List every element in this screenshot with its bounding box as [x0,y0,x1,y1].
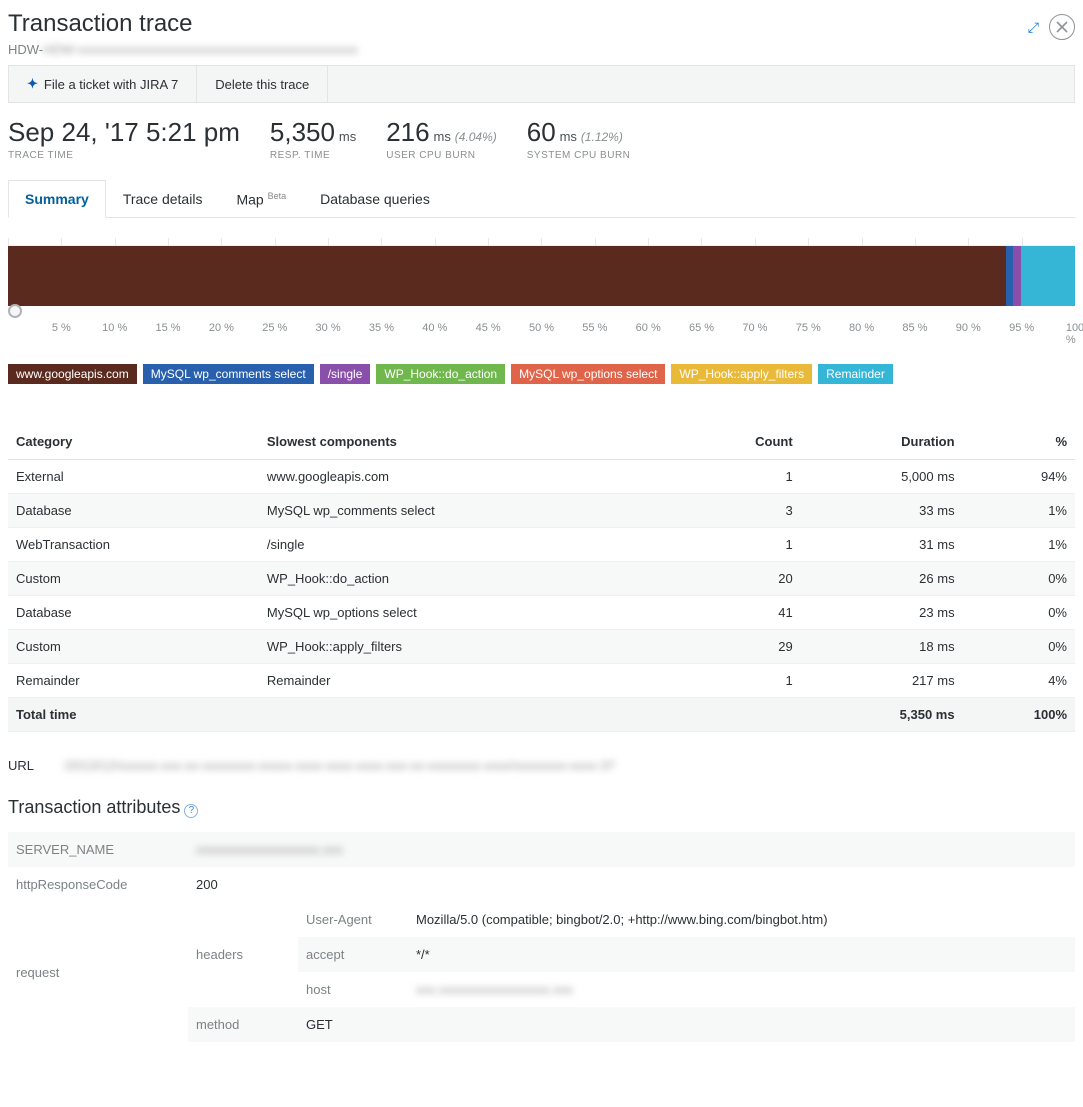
legend-item[interactable]: Remainder [818,364,893,384]
components-table: Category Slowest components Count Durati… [8,424,1075,732]
chart-bar[interactable] [8,246,1075,306]
axis-tick: 65 % [689,322,714,334]
axis-tick: 45 % [476,322,501,334]
table-row[interactable]: WebTransaction/single131 ms1% [8,528,1075,562]
tab-summary[interactable]: Summary [8,180,106,218]
axis-tick: 85 % [902,322,927,334]
table-row[interactable]: DatabaseMySQL wp_options select4123 ms0% [8,596,1075,630]
chart-segment[interactable] [1021,246,1075,306]
jira-icon: ✦ [27,76,38,92]
legend-item[interactable]: WP_Hook::do_action [376,364,505,384]
metric-system-cpu: 60 ms (1.12%) SYSTEM CPU BURN [527,117,631,161]
axis-tick: 10 % [102,322,127,334]
th-pct[interactable]: % [963,424,1075,460]
legend-item[interactable]: /single [320,364,371,384]
tab-trace-details[interactable]: Trace details [106,180,220,218]
tab-database-queries[interactable]: Database queries [303,180,447,218]
table-row[interactable]: RemainderRemainder1217 ms4% [8,664,1075,698]
axis-tick: 80 % [849,322,874,334]
axis-tick: 25 % [262,322,287,334]
table-row[interactable]: CustomWP_Hook::apply_filters2918 ms0% [8,630,1075,664]
tabs: Summary Trace details Map Beta Database … [8,179,1075,218]
toolbar: ✦ File a ticket with JIRA 7 Delete this … [8,65,1075,103]
chart-segment[interactable] [1013,246,1020,306]
url-value: /2013/12/xxxxxx-xxx-xx-xxxxxxxx-xxxxx-xx… [64,758,615,773]
url-row: URL /2013/12/xxxxxx-xxx-xx-xxxxxxxx-xxxx… [8,758,1075,773]
close-icon [1056,21,1068,33]
axis-tick: 20 % [209,322,234,334]
legend-item[interactable]: www.googleapis.com [8,364,137,384]
help-icon[interactable]: ? [184,804,198,818]
axis-tick: 50 % [529,322,554,334]
table-row[interactable]: Externalwww.googleapis.com15,000 ms94% [8,460,1075,494]
th-component[interactable]: Slowest components [259,424,679,460]
metrics-row: Sep 24, '17 5:21 pm TRACE TIME 5,350 ms … [8,117,1075,161]
expand-icon[interactable]: ⤢ [1028,19,1039,36]
attr-row-server-name: SERVER_NAME xxxxxxxxxxxxxxxxxxx.xxx [8,832,1075,867]
tab-map[interactable]: Map Beta [219,180,303,218]
th-category[interactable]: Category [8,424,259,460]
breakdown-chart: 5 % 10 % 15 % 20 % 25 % 30 % 35 % 40 % 45 % 50 % 5… [8,238,1075,384]
metric-user-cpu: 216 ms (4.04%) USER CPU BURN [386,117,497,161]
attr-row-http-code: httpResponseCode 200 [8,867,1075,902]
axis-tick: 30 % [316,322,341,334]
chart-axis: 5 % 10 % 15 % 20 % 25 % 30 % 35 % 40 % 45 % 50 % 5… [8,322,1075,336]
request-nested-table: headers User-Agent Mozilla/5.0 (compatib… [188,902,1075,1042]
page-title: Transaction trace [8,10,358,38]
axis-tick: 40 % [422,322,447,334]
th-duration[interactable]: Duration [801,424,963,460]
axis-tick: 5 % [52,322,71,334]
legend-item[interactable]: WP_Hook::apply_filters [671,364,812,384]
table-row[interactable]: CustomWP_Hook::do_action2026 ms0% [8,562,1075,596]
attributes-heading: Transaction attributes? [8,797,1075,818]
headers-table: User-Agent Mozilla/5.0 (compatible; bing… [298,902,1075,1007]
axis-tick: 35 % [369,322,394,334]
legend-item[interactable]: MySQL wp_options select [511,364,665,384]
file-jira-button[interactable]: ✦ File a ticket with JIRA 7 [9,66,197,102]
axis-tick: 75 % [796,322,821,334]
table-header-row: Category Slowest components Count Durati… [8,424,1075,460]
table-row[interactable]: DatabaseMySQL wp_comments select333 ms1% [8,494,1075,528]
axis-tick: 95 % [1009,322,1034,334]
axis-tick: 100 % [1066,322,1083,346]
axis-tick: 60 % [636,322,661,334]
metric-trace-time: Sep 24, '17 5:21 pm TRACE TIME [8,117,240,161]
axis-tick: 70 % [742,322,767,334]
metric-resp-time: 5,350 ms RESP. TIME [270,117,356,161]
attributes-table: SERVER_NAME xxxxxxxxxxxxxxxxxxx.xxx http… [8,832,1075,1042]
axis-tick: 90 % [956,322,981,334]
chart-marker[interactable] [8,304,22,318]
chart-legend: www.googleapis.com MySQL wp_comments sele… [8,364,1075,384]
table-footer-row: Total time 5,350 ms 100% [8,698,1075,732]
attr-row-request: request headers User-Agent Mozilla/5.0 (… [8,902,1075,1042]
axis-tick: 55 % [582,322,607,334]
close-button[interactable] [1049,14,1075,40]
axis-tick: 15 % [156,322,181,334]
chart-segment[interactable] [1006,246,1013,306]
th-count[interactable]: Count [678,424,800,460]
legend-item[interactable]: MySQL wp_comments select [143,364,314,384]
delete-trace-button[interactable]: Delete this trace [197,66,328,102]
page-subtitle: HDW-HDW-xxxxxxxxxxxxxxxxxxxxxxxxxxxxxxxx… [8,42,358,57]
chart-segment[interactable] [8,246,1006,306]
